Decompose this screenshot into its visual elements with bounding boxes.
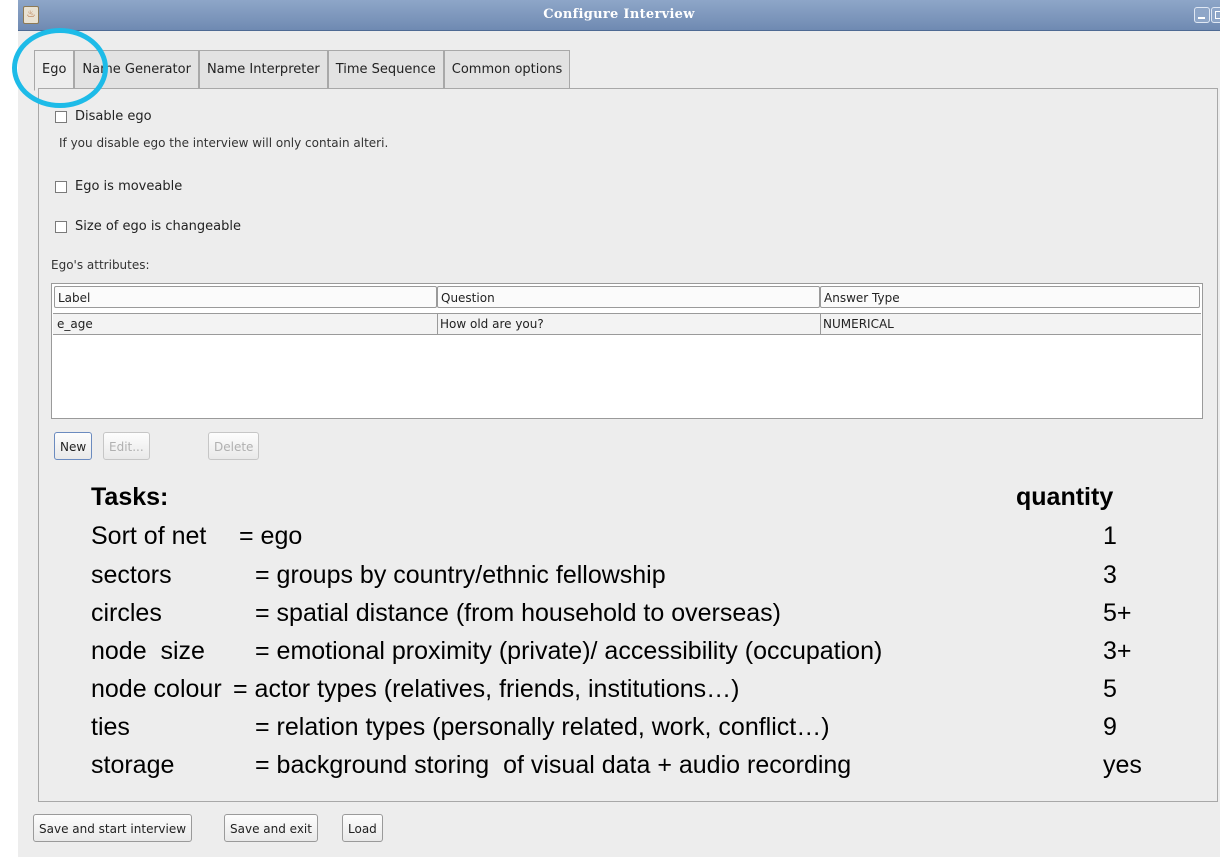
task-term: node colour	[91, 675, 222, 703]
task-description: = ego	[239, 522, 303, 550]
ego-size-changeable-checkbox[interactable]: Size of ego is changeable	[55, 219, 241, 234]
maximize-icon[interactable]	[1211, 7, 1220, 23]
task-term: circles	[91, 599, 162, 627]
task-quantity: 3+	[1103, 637, 1132, 665]
task-row: storage = background storing of visual d…	[0, 751, 1220, 787]
cell-question[interactable]: How old are you?	[438, 314, 821, 334]
task-quantity: 3	[1103, 561, 1117, 589]
task-quantity: 5+	[1103, 599, 1132, 627]
disable-ego-hint: If you disable ego the interview will on…	[59, 136, 389, 150]
tasks-heading: Tasks:	[91, 483, 169, 511]
load-button[interactable]: Load	[342, 814, 383, 842]
ego-moveable-label: Ego is moveable	[75, 179, 183, 194]
delete-button[interactable]: Delete	[208, 432, 260, 460]
window-title: Configure Interview	[543, 7, 695, 22]
task-description: = groups by country/ethnic fellowship	[255, 561, 666, 589]
task-quantity: 9	[1103, 713, 1117, 741]
task-term: sectors	[91, 561, 172, 589]
save-and-exit-button[interactable]: Save and exit	[224, 814, 318, 842]
task-description: = emotional proximity (private)/ accessi…	[255, 637, 883, 665]
new-button[interactable]: New	[54, 432, 93, 460]
cell-label[interactable]: e_age	[55, 314, 438, 334]
attributes-table[interactable]: Label Question Answer Type e_age How old…	[51, 283, 1203, 419]
task-description: = actor types (relatives, friends, insti…	[233, 675, 740, 703]
task-row: ties = relation types (personally relate…	[0, 713, 1220, 749]
task-row: Sort of net = ego 1	[0, 522, 1220, 558]
checkbox-box[interactable]	[55, 220, 67, 233]
task-quantity: 5	[1103, 675, 1117, 703]
task-term: Sort of net	[91, 522, 207, 550]
cell-answer-type[interactable]: NUMERICAL	[821, 314, 1199, 334]
window-titlebar[interactable]: ♨ Configure Interview	[18, 0, 1220, 31]
ego-size-changeable-label: Size of ego is changeable	[75, 219, 242, 234]
minimize-icon[interactable]	[1194, 7, 1210, 23]
task-row: node colour = actor types (relatives, fr…	[0, 675, 1220, 711]
disable-ego-checkbox[interactable]: Disable ego	[55, 109, 152, 124]
task-term: ties	[91, 713, 130, 741]
checkbox-box[interactable]	[55, 110, 67, 123]
task-row: sectors = groups by country/ethnic fello…	[0, 561, 1220, 597]
task-description: = relation types (personally related, wo…	[255, 713, 830, 741]
quantity-heading: quantity	[1016, 483, 1114, 511]
edit-button[interactable]: Edit...	[103, 432, 150, 460]
disable-ego-label: Disable ego	[75, 109, 152, 124]
ego-moveable-checkbox[interactable]: Ego is moveable	[55, 179, 182, 194]
task-row: node size = emotional proximity (private…	[0, 637, 1220, 673]
column-header-answer-type[interactable]: Answer Type	[820, 286, 1200, 308]
column-header-label[interactable]: Label	[54, 286, 437, 308]
task-term: storage	[91, 751, 175, 779]
attributes-label: Ego's attributes:	[51, 258, 150, 272]
task-description: = spatial distance (from household to ov…	[255, 599, 781, 627]
save-and-start-interview-button[interactable]: Save and start interview	[33, 814, 193, 842]
task-term: node size	[91, 637, 205, 665]
checkbox-box[interactable]	[55, 180, 67, 193]
tab-time-sequence[interactable]: Time Sequence	[327, 50, 444, 88]
task-row: circles = spatial distance (from househo…	[0, 599, 1220, 635]
tab-bar: Ego Name Generator Name Interpreter Time…	[34, 50, 571, 91]
table-row[interactable]: e_age How old are you? NUMERICAL	[53, 313, 1201, 335]
task-description: = background storing of visual data + au…	[255, 751, 852, 779]
task-quantity: yes	[1103, 751, 1142, 779]
tab-common-options[interactable]: Common options	[443, 50, 571, 88]
highlight-circle	[12, 28, 108, 108]
column-header-question[interactable]: Question	[437, 286, 820, 308]
task-quantity: 1	[1103, 522, 1117, 550]
tab-name-interpreter[interactable]: Name Interpreter	[198, 50, 328, 88]
